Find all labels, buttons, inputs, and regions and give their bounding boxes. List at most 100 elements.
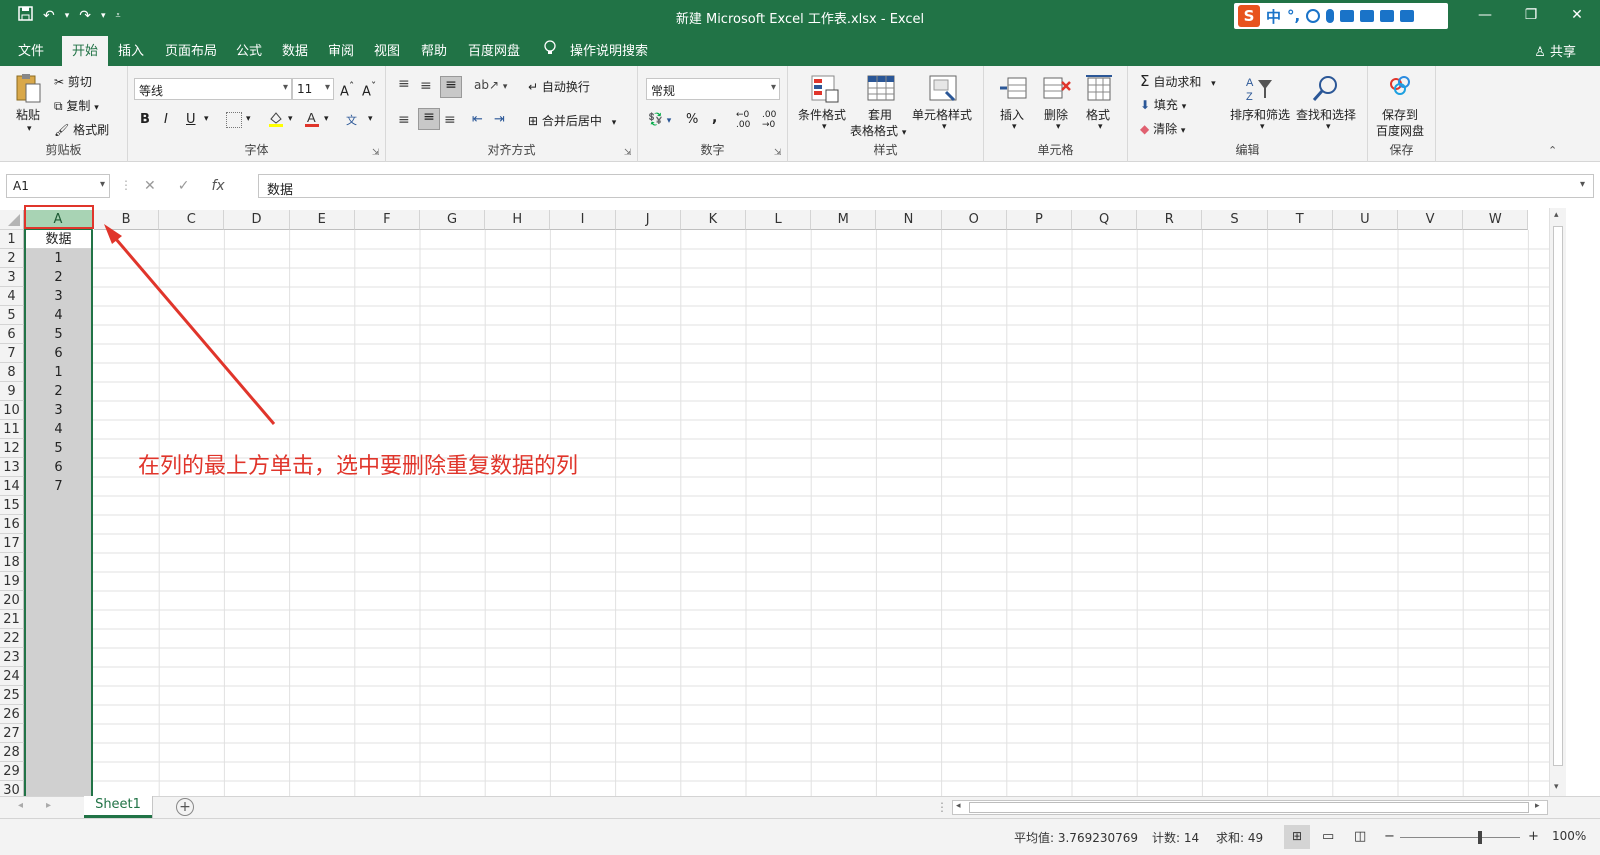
cell-a3[interactable]: 2 <box>26 268 91 287</box>
decrease-font-icon[interactable]: Aˇ <box>362 80 376 99</box>
row-header-11[interactable]: 11 <box>0 420 24 439</box>
tab-file[interactable]: 文件 <box>18 40 44 59</box>
column-header-l[interactable]: L <box>746 210 812 230</box>
sort-dropdown-icon[interactable]: ▾ <box>1260 122 1265 132</box>
align-middle-icon[interactable]: ≡ <box>420 78 432 94</box>
insert-function-icon[interactable]: fx <box>211 178 224 194</box>
cell-a12[interactable]: 5 <box>26 439 91 458</box>
decrease-indent-icon[interactable]: ⇤ <box>472 112 483 127</box>
font-size-select[interactable]: 11 <box>292 78 334 100</box>
row-header-27[interactable]: 27 <box>0 724 24 743</box>
conditional-dropdown-icon[interactable]: ▾ <box>822 122 827 132</box>
column-header-s[interactable]: S <box>1202 210 1268 230</box>
align-right-icon[interactable]: ≡ <box>444 112 456 128</box>
column-header-p[interactable]: P <box>1006 210 1072 230</box>
paste-button[interactable]: 粘贴 <box>16 106 40 123</box>
cell-a1[interactable]: 数据 <box>26 230 91 249</box>
tab-baidu-netdisk[interactable]: 百度网盘 <box>468 40 520 59</box>
tab-home[interactable]: 开始 <box>62 36 109 66</box>
find-dropdown-icon[interactable]: ▾ <box>1326 122 1331 132</box>
column-header-g[interactable]: G <box>420 210 486 230</box>
save-to-netdisk-line1[interactable]: 保存到 <box>1382 106 1418 123</box>
increase-indent-icon[interactable]: ⇥ <box>494 112 505 127</box>
autosum-button[interactable]: Σ 自动求和 ▾ <box>1140 72 1216 90</box>
copy-button[interactable]: ⧉ 复制 ▾ <box>54 97 99 114</box>
worksheet-grid[interactable]: 1 2 3 4 5 6 7 8 9 10 11 12 13 14 15 16 17 18 19 20 21 22 23 24 2… <box>0 210 1566 798</box>
cell-styles-dropdown-icon[interactable]: ▾ <box>942 122 947 132</box>
cell-a9[interactable]: 2 <box>26 382 91 401</box>
format-cells-button[interactable]: 格式 <box>1086 106 1110 123</box>
minimize-button[interactable]: — <box>1462 0 1508 32</box>
row-header-29[interactable]: 29 <box>0 762 24 781</box>
zoom-slider-thumb[interactable] <box>1478 831 1482 844</box>
tab-insert[interactable]: 插入 <box>118 40 144 59</box>
tell-me-search[interactable]: 操作说明搜索 <box>570 40 648 59</box>
delete-cells-icon[interactable] <box>1042 74 1072 104</box>
row-header-16[interactable]: 16 <box>0 515 24 534</box>
horizontal-scrollbar[interactable]: ◂ ▸ <box>952 800 1548 815</box>
row-header-21[interactable]: 21 <box>0 610 24 629</box>
collapse-ribbon-icon[interactable]: ⌃ <box>1548 144 1557 157</box>
column-header-e[interactable]: E <box>289 210 355 230</box>
fill-button[interactable]: ⬇ 填充 ▾ <box>1140 96 1186 113</box>
number-format-select[interactable]: 常规 <box>646 78 780 100</box>
column-header-o[interactable]: O <box>941 210 1007 230</box>
row-header-2[interactable]: 2 <box>0 249 24 268</box>
select-all-corner[interactable] <box>0 210 24 230</box>
cell-a11[interactable]: 4 <box>26 420 91 439</box>
restore-button[interactable]: ❐ <box>1508 0 1554 32</box>
column-header-h[interactable]: H <box>485 210 551 230</box>
tab-split-grip-icon[interactable]: ⋮ <box>936 800 948 814</box>
row-header-23[interactable]: 23 <box>0 648 24 667</box>
font-launcher-icon[interactable]: ⇲ <box>372 148 380 158</box>
insert-dropdown-icon[interactable]: ▾ <box>1012 122 1017 132</box>
row-header-19[interactable]: 19 <box>0 572 24 591</box>
cell-a4[interactable]: 3 <box>26 287 91 306</box>
delete-cells-button[interactable]: 删除 <box>1044 106 1068 123</box>
fill-color-icon[interactable] <box>268 110 284 127</box>
decrease-decimal-icon[interactable]: .00 →0 <box>762 110 776 130</box>
zoom-slider-track[interactable] <box>1400 837 1520 838</box>
name-box[interactable]: A1 <box>6 174 110 198</box>
lightbulb-icon[interactable] <box>544 40 556 60</box>
font-color-icon[interactable]: A <box>304 110 320 127</box>
italic-button[interactable]: I <box>164 112 168 127</box>
cell-a5[interactable]: 4 <box>26 306 91 325</box>
cell-a8[interactable]: 1 <box>26 363 91 382</box>
zoom-in-icon[interactable]: + <box>1528 829 1539 844</box>
enter-entry-icon[interactable]: ✓ <box>178 178 190 194</box>
format-painter-button[interactable]: 🖌 格式刷 <box>54 121 109 138</box>
underline-button[interactable]: U <box>186 112 196 127</box>
row-header-13[interactable]: 13 <box>0 458 24 477</box>
tab-view[interactable]: 视图 <box>374 40 400 59</box>
column-header-t[interactable]: T <box>1267 210 1333 230</box>
cell-styles-button[interactable]: 单元格样式 <box>912 106 972 123</box>
row-header-15[interactable]: 15 <box>0 496 24 515</box>
next-sheet-icon[interactable]: ▸ <box>46 800 51 811</box>
row-header-9[interactable]: 9 <box>0 382 24 401</box>
formula-input[interactable]: 数据 <box>258 174 1594 198</box>
scroll-right-icon[interactable]: ▸ <box>1535 801 1540 811</box>
column-header-j[interactable]: J <box>615 210 681 230</box>
row-header-18[interactable]: 18 <box>0 553 24 572</box>
align-left-icon[interactable]: ≡ <box>398 112 410 128</box>
emoji-icon[interactable] <box>1306 9 1321 23</box>
comma-style-button[interactable]: , <box>712 110 717 126</box>
save-to-netdisk-line2[interactable]: 百度网盘 <box>1376 122 1424 139</box>
row-header-10[interactable]: 10 <box>0 401 24 420</box>
find-select-icon[interactable] <box>1310 74 1340 104</box>
add-sheet-icon[interactable]: + <box>176 798 194 816</box>
row-header-1[interactable]: 1 <box>0 230 24 249</box>
baidu-cloud-icon[interactable] <box>1386 74 1416 104</box>
horizontal-scroll-thumb[interactable] <box>969 802 1529 813</box>
phonetic-dropdown-icon[interactable]: ▾ <box>368 114 373 124</box>
row-header-26[interactable]: 26 <box>0 705 24 724</box>
microphone-icon[interactable] <box>1326 9 1335 23</box>
border-dropdown-icon[interactable]: ▾ <box>246 114 251 124</box>
column-header-n[interactable]: N <box>876 210 942 230</box>
row-header-22[interactable]: 22 <box>0 629 24 648</box>
ime-punct-label[interactable]: °, <box>1287 7 1300 25</box>
alignment-launcher-icon[interactable]: ⇲ <box>624 148 632 158</box>
column-header-c[interactable]: C <box>159 210 225 230</box>
ime-mode-label[interactable]: 中 <box>1266 6 1281 27</box>
